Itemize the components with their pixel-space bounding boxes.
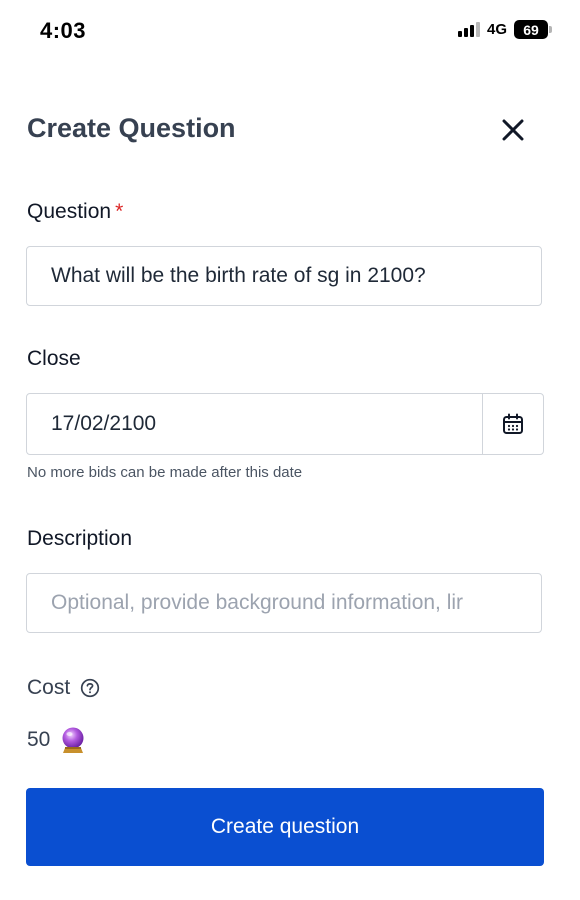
battery-icon: 69 (514, 20, 552, 39)
close-date-field: 17/02/2100 (26, 393, 544, 455)
create-question-button[interactable]: Create question (26, 788, 544, 866)
battery-level: 69 (514, 20, 548, 39)
question-label-text: Question (27, 200, 112, 223)
question-input[interactable]: What will be the birth rate of sg in 210… (26, 246, 542, 306)
signal-icon (457, 22, 480, 37)
description-label: Description (27, 527, 133, 550)
calendar-button[interactable] (482, 394, 543, 454)
create-question-screen: 4:03 4G 69 Create Question Question * Wha… (0, 0, 580, 900)
help-circle-icon[interactable] (80, 678, 100, 698)
cost-amount: 50 (27, 728, 51, 751)
close-icon (502, 119, 524, 141)
required-mark: * (115, 200, 124, 223)
network-type: 4G (486, 21, 507, 38)
close-button[interactable] (496, 113, 530, 147)
close-date-input[interactable]: 17/02/2100 (27, 394, 482, 454)
close-label: Close (27, 347, 81, 370)
cost-value: 50 (27, 726, 86, 754)
cost-label-text: Cost (27, 676, 71, 699)
page-title: Create Question (27, 113, 236, 143)
calendar-icon (503, 413, 523, 434)
question-label: Question * (27, 200, 123, 224)
crystal-ball-icon (62, 727, 84, 753)
close-help-text: No more bids can be made after this date (27, 464, 303, 481)
status-time: 4:03 (40, 18, 87, 43)
cost-label: Cost (27, 676, 100, 700)
status-indicators: 4G 69 (457, 20, 552, 39)
description-input[interactable]: Optional, provide background information… (26, 573, 542, 633)
